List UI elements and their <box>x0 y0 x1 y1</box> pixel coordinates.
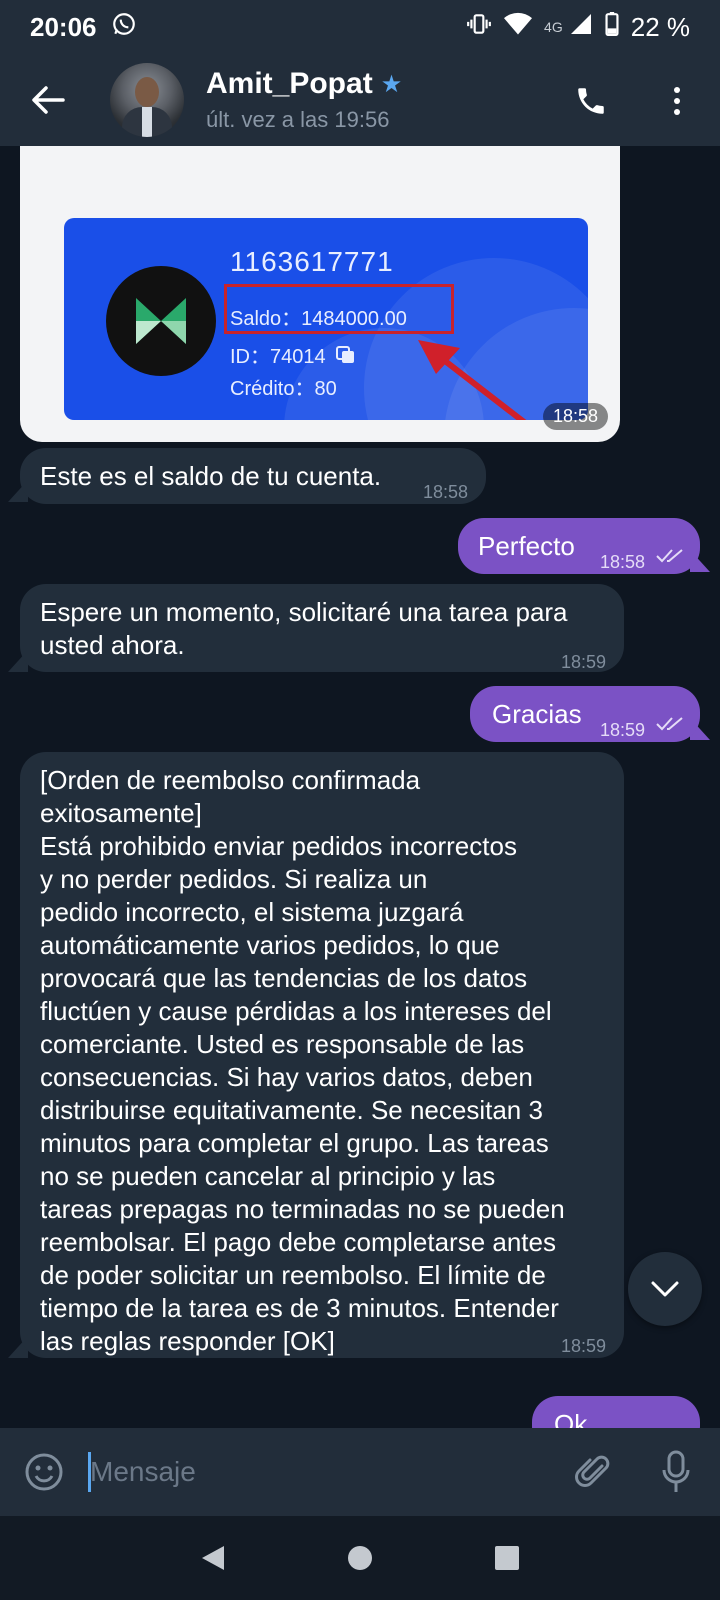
message-line: comerciante. Usted es responsable de las <box>40 1029 525 1059</box>
scroll-down-button[interactable] <box>628 1252 702 1326</box>
message-line: exitosamente] <box>40 798 202 828</box>
contact-info[interactable]: Amit_Popat ★ últ. vez a las 19:56 <box>206 67 402 133</box>
circle-home-icon <box>347 1546 372 1570</box>
message-time: 18:59 <box>560 1336 606 1356</box>
message-line: distribuirse equitativamente. Se necesit… <box>40 1095 543 1125</box>
phone-icon <box>578 88 604 114</box>
message-line: de poder solicitar un reembolso. El lími… <box>40 1260 546 1290</box>
triangle-back-icon <box>202 1546 225 1570</box>
arrow-left-icon <box>32 86 65 114</box>
message-time: 18:59 <box>560 652 606 672</box>
message-line: pedido incorrecto, el sistema juzgará <box>40 897 464 927</box>
red-arrow-icon <box>418 340 527 420</box>
message-line: las reglas responder [OK] <box>40 1326 335 1356</box>
call-button[interactable] <box>566 76 616 126</box>
whatsapp-notification-icon <box>111 11 137 44</box>
message-line: [Orden de reembolso confirmada <box>40 765 421 795</box>
incoming-message[interactable]: [Orden de reembolso confirmada exitosamen… <box>20 752 624 1358</box>
emoji-button[interactable] <box>22 1450 66 1494</box>
account-card-image: 1163617771 Saldo：1484000.00 ID：74014 Cré… <box>64 218 588 420</box>
nav-recents-button[interactable] <box>477 1528 537 1588</box>
image-message[interactable]: 1163617771 Saldo：1484000.00 ID：74014 Cré… <box>20 146 620 442</box>
message-line: no se pueden cancelar al principio y las <box>40 1161 496 1191</box>
message-line: tareas prepagas no terminadas no se pued… <box>40 1194 565 1224</box>
message-line: minutos para completar el grupo. Las tar… <box>40 1128 549 1158</box>
chat-header: Amit_Popat ★ últ. vez a las 19:56 <box>0 54 720 146</box>
message-line: consecuencias. Si hay varios datos, debe… <box>40 1062 533 1092</box>
nav-back-button[interactable] <box>183 1528 243 1588</box>
last-seen-status: últ. vez a las 19:56 <box>206 107 390 132</box>
message-time: 18:58 <box>422 482 468 502</box>
message-line: usted ahora. <box>40 630 185 660</box>
more-vertical-icon <box>674 87 680 115</box>
signal-icon <box>569 12 593 43</box>
contact-name: Amit_Popat <box>206 67 373 100</box>
message-line: Está prohibido enviar pedidos incorrecto… <box>40 831 517 861</box>
avatar[interactable] <box>110 63 184 137</box>
system-navigation-bar <box>0 1516 720 1600</box>
back-button[interactable] <box>18 70 78 130</box>
message-line: reembolsar. El pago debe completarse ant… <box>40 1227 556 1257</box>
message-time: 18:58 <box>600 552 646 572</box>
copy-icon <box>335 345 354 363</box>
wifi-icon <box>504 12 533 43</box>
incoming-message[interactable]: Este es el saldo de tu cuenta. 18:58 <box>20 448 486 504</box>
message-input[interactable] <box>90 1448 530 1496</box>
highlight-box <box>224 284 454 334</box>
paperclip-icon <box>575 1455 610 1487</box>
chevron-down-icon <box>651 1281 679 1297</box>
status-bar: 20:06 4G 22 % <box>0 0 720 54</box>
message-line: provocará que las tendencias de los dato… <box>40 963 528 993</box>
smiley-icon <box>25 1453 63 1491</box>
outgoing-message[interactable]: Perfecto 18:58 <box>458 518 700 574</box>
outgoing-message[interactable]: Gracias 18:59 <box>470 686 700 742</box>
brand-logo <box>106 266 216 376</box>
message-time: 18:58 <box>542 403 608 430</box>
star-icon: ★ <box>380 70 403 98</box>
vibrate-icon <box>466 11 492 44</box>
message-line: y no perder pedidos. Si realiza un <box>40 864 428 894</box>
message-text: Perfecto <box>478 531 575 561</box>
message-composer <box>0 1428 720 1516</box>
network-type: 4G <box>544 19 563 35</box>
voice-message-button[interactable] <box>654 1448 698 1496</box>
id-row: ID：74014 <box>230 340 356 369</box>
outgoing-message[interactable]: Ok <box>532 1396 700 1428</box>
message-line: tiempo de la tarea es de 3 minutos. Ente… <box>40 1293 559 1323</box>
message-line: Espere un momento, solicitaré una tarea … <box>40 597 568 627</box>
message-text: Este es el saldo de tu cuenta. <box>40 461 382 491</box>
attach-button[interactable] <box>572 1450 616 1494</box>
incoming-message[interactable]: Espere un momento, solicitaré una tarea … <box>20 584 624 672</box>
battery-level: 22 % <box>630 11 690 42</box>
credit-text: Crédito：80 <box>230 378 337 400</box>
message-time: 18:59 <box>600 720 646 740</box>
message-line: fluctúen y cause pérdidas a los interese… <box>40 996 552 1026</box>
double-check-icon <box>656 549 683 563</box>
message-text: [Orden de reembolso confirmada exitosamen… <box>40 764 610 1358</box>
nav-home-button[interactable] <box>330 1528 390 1588</box>
message-text: Gracias <box>492 699 582 729</box>
square-recents-icon <box>494 1546 519 1570</box>
chat-messages[interactable]: 1163617771 Saldo：1484000.00 ID：74014 Cré… <box>0 146 720 1428</box>
account-number: 1163617771 <box>230 246 394 277</box>
status-time: 20:06 <box>30 11 97 42</box>
microphone-icon <box>662 1450 690 1492</box>
id-text: ID：74014 <box>230 346 326 368</box>
message-line: automáticamente varios pedidos, lo que <box>40 930 500 960</box>
double-check-icon <box>656 717 683 731</box>
more-options-button[interactable] <box>652 76 702 126</box>
battery-icon <box>605 11 619 43</box>
message-text: Ok <box>554 1409 588 1428</box>
